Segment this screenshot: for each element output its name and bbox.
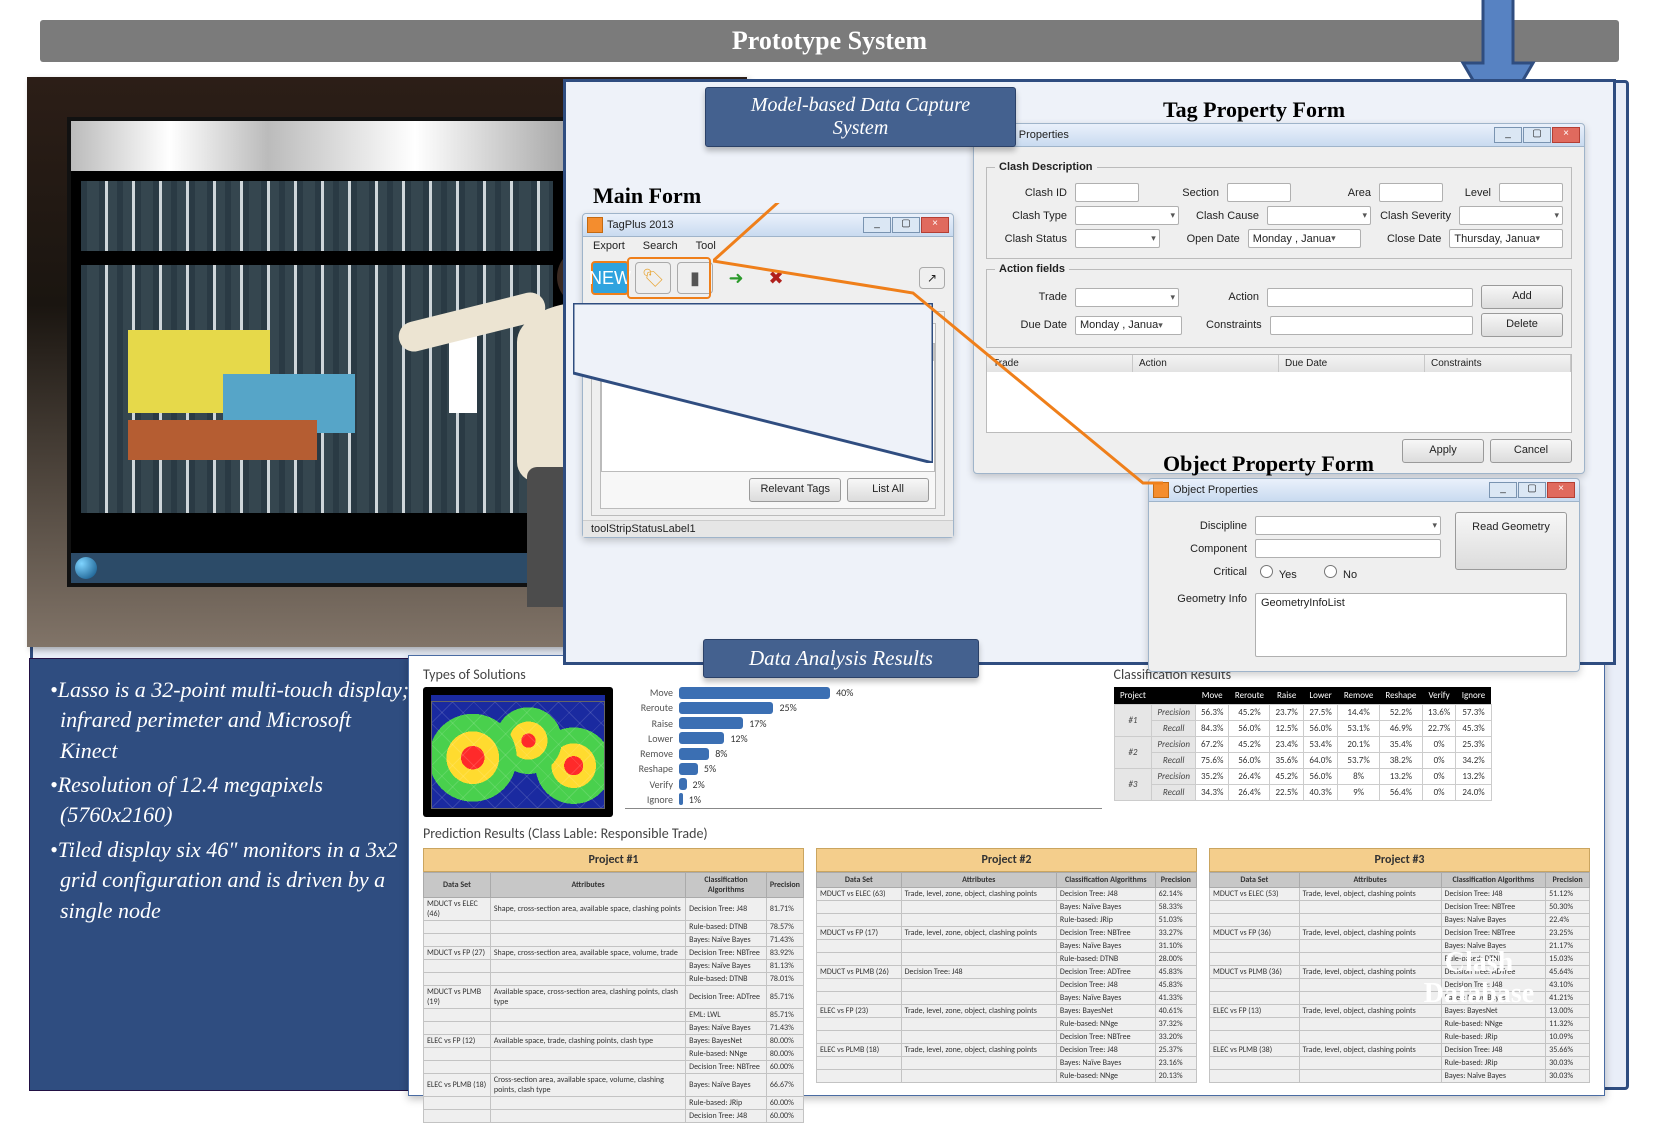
page: Prototype System Model-based Data Captur… bbox=[0, 0, 1659, 1120]
clashstatus-select[interactable] bbox=[1075, 229, 1160, 248]
obj-form-label: Object Property Form bbox=[1163, 451, 1374, 477]
min-icon[interactable]: _ bbox=[863, 217, 891, 233]
status-bar: toolStripStatusLabel1 bbox=[583, 520, 953, 537]
max-icon[interactable]: ▢ bbox=[1518, 482, 1546, 498]
opendate-input[interactable]: Monday , Janua bbox=[1248, 229, 1362, 248]
classification-table: ProjectMoveRerouteRaiseLowerRemoveReshap… bbox=[1114, 687, 1492, 801]
clash-desc-group: Clash Description Clash ID Section Area … bbox=[986, 161, 1572, 259]
duedate-input[interactable]: Monday , Janua bbox=[1075, 316, 1182, 335]
clashcause-select[interactable] bbox=[1267, 206, 1371, 225]
area-input[interactable] bbox=[1379, 183, 1443, 202]
close-icon[interactable]: × bbox=[921, 217, 949, 233]
bullet-2: •Resolution of 12.4 megapixels (5760x216… bbox=[50, 770, 410, 831]
bullet-1: •Lasso is a 32-point multi-touch display… bbox=[50, 675, 410, 766]
viewer-group: Viewer Tag View Clash ID Open Date Trade… bbox=[591, 305, 945, 516]
level-input[interactable] bbox=[1499, 183, 1563, 202]
obj-form-title: Object Properties bbox=[1173, 484, 1489, 496]
min-icon[interactable]: _ bbox=[1489, 482, 1517, 498]
new-icon[interactable]: NEW bbox=[591, 261, 629, 295]
bullet-3: •Tiled display six 46" monitors in a 3x2… bbox=[50, 835, 410, 926]
action-fields-group: Action fields Trade Action Add Due DateM… bbox=[986, 263, 1572, 348]
types-title: Types of Solutions bbox=[423, 666, 613, 683]
read-geometry-button[interactable]: Read Geometry bbox=[1455, 512, 1567, 570]
start-orb-icon bbox=[75, 557, 97, 579]
col-clashid[interactable]: Clash ID bbox=[602, 344, 685, 361]
tag-property-window: Tag Properties _▢× Clash Description Cla… bbox=[973, 123, 1585, 474]
add-button[interactable]: Add bbox=[1481, 285, 1563, 309]
object-property-window: Object Properties _▢× Discipline Compone… bbox=[1148, 478, 1580, 672]
relevant-tags-button[interactable]: Relevant Tags bbox=[749, 478, 841, 502]
critical-no[interactable] bbox=[1324, 565, 1337, 578]
app-icon bbox=[587, 217, 603, 233]
main-menu: Export Search Tool bbox=[583, 237, 953, 255]
apply-button[interactable]: Apply bbox=[1402, 439, 1484, 463]
chip-capture: Model-based Data Capture System bbox=[705, 87, 1016, 147]
col-opendate[interactable]: Open Date bbox=[685, 344, 768, 361]
expand-icon[interactable]: ↗ bbox=[919, 267, 945, 289]
component-input[interactable] bbox=[1255, 539, 1441, 558]
critical-yes[interactable] bbox=[1260, 565, 1273, 578]
close-icon[interactable]: × bbox=[1552, 127, 1580, 143]
constraints-input[interactable] bbox=[1270, 316, 1473, 335]
surface-plot bbox=[423, 687, 613, 817]
action-input[interactable] bbox=[1267, 288, 1473, 307]
arrow-icon[interactable]: ➜ bbox=[719, 263, 753, 293]
clashid-input[interactable] bbox=[1075, 183, 1139, 202]
app-icon bbox=[1153, 482, 1169, 498]
main-frame: Model-based Data Capture System Main For… bbox=[30, 80, 1629, 1090]
hardware-bullets: •Lasso is a 32-point multi-touch display… bbox=[29, 658, 431, 1091]
menu-search[interactable]: Search bbox=[643, 240, 678, 252]
col-trade[interactable]: Trade bbox=[768, 344, 851, 361]
main-form-title: TagPlus 2013 bbox=[607, 219, 863, 231]
discipline-select[interactable] bbox=[1255, 516, 1441, 535]
column-icon[interactable]: ▮ bbox=[677, 262, 713, 294]
clash-database: Clash Database bbox=[1379, 909, 1579, 1049]
geometry-info-box[interactable]: GeometryInfoList bbox=[1255, 593, 1567, 657]
section-input[interactable] bbox=[1227, 183, 1291, 202]
main-form-window: TagPlus 2013 _▢× Export Search Tool NEW … bbox=[582, 213, 954, 538]
clashsev-select[interactable] bbox=[1459, 206, 1563, 225]
list-all-button[interactable]: List All bbox=[847, 478, 929, 502]
menu-tool[interactable]: Tool bbox=[696, 240, 716, 252]
main-toolbar: NEW 🏷 ▮ ➜ ✖ ↗ bbox=[583, 255, 953, 301]
pred-title: Prediction Results (Class Lable: Respons… bbox=[423, 825, 1590, 842]
main-form-label: Main Form bbox=[593, 183, 701, 209]
tab-tagview[interactable]: Tag View bbox=[601, 324, 661, 343]
delete-button[interactable]: Delete bbox=[1481, 313, 1563, 337]
clashtype-select[interactable] bbox=[1075, 206, 1179, 225]
max-icon[interactable]: ▢ bbox=[892, 217, 920, 233]
delete-icon[interactable]: ✖ bbox=[759, 263, 793, 293]
solutions-bar-chart: Move40%Reroute25%Raise17%Lower12%Remove8… bbox=[625, 684, 1102, 809]
menu-export[interactable]: Export bbox=[593, 240, 625, 252]
closedate-input[interactable]: Thursday, Janua bbox=[1449, 229, 1563, 248]
min-icon[interactable]: _ bbox=[1494, 127, 1522, 143]
trade-select[interactable] bbox=[1075, 288, 1179, 307]
close-icon[interactable]: × bbox=[1547, 482, 1575, 498]
tag-form-label: Tag Property Form bbox=[1163, 97, 1345, 123]
tag-icon[interactable]: 🏷 bbox=[635, 262, 671, 294]
max-icon[interactable]: ▢ bbox=[1523, 127, 1551, 143]
tag-form-title: Tag Properties bbox=[998, 129, 1494, 141]
title-bar: Prototype System bbox=[40, 20, 1619, 62]
cancel-button[interactable]: Cancel bbox=[1490, 439, 1572, 463]
chip-results: Data Analysis Results bbox=[703, 639, 979, 678]
col-action[interactable]: Action bbox=[851, 344, 934, 361]
